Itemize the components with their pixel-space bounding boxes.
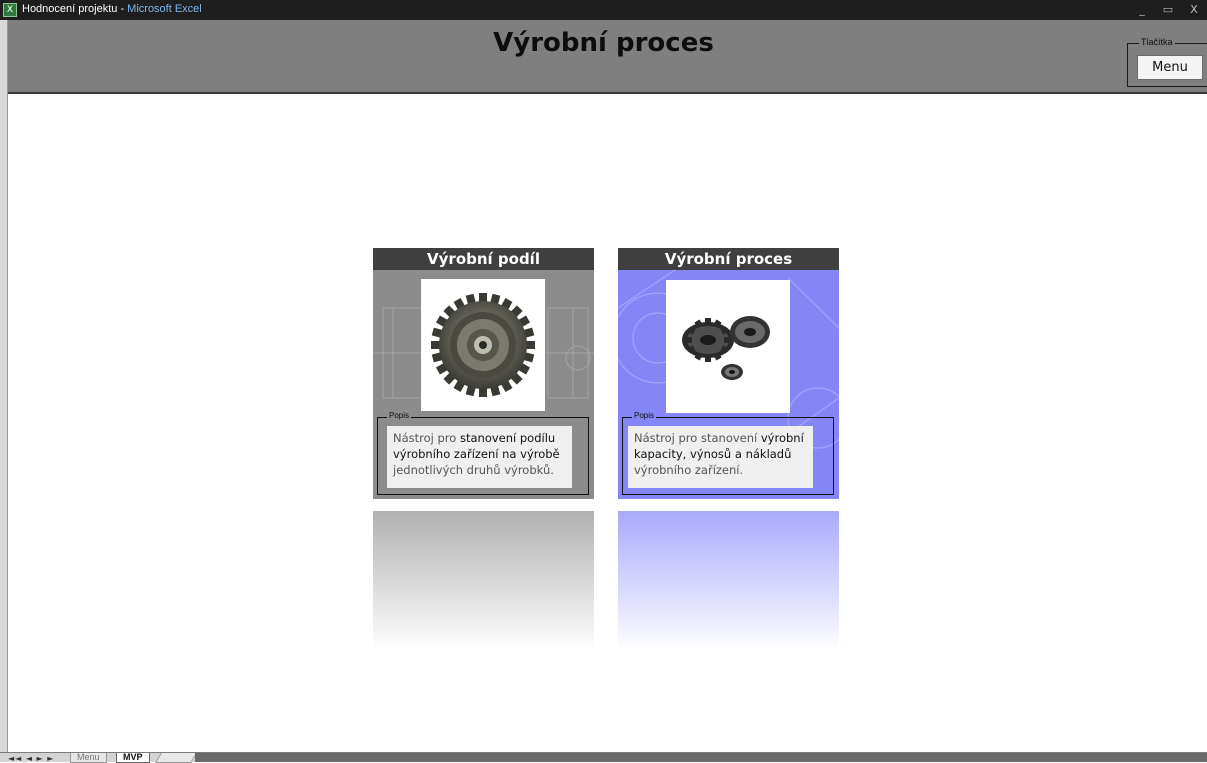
card-reflection	[618, 511, 839, 651]
title-bar: X Hodnocení projektu - Microsoft Excel _…	[0, 0, 1207, 20]
card-vyrobni-proces[interactable]: Výrobní proces Popis Nástroj pro stanove…	[618, 248, 839, 499]
gear-assembly-icon	[431, 293, 535, 397]
close-icon[interactable]: X	[1181, 0, 1207, 20]
row-header-strip	[0, 20, 8, 762]
desc-part: výrobního zařízení.	[634, 463, 744, 477]
menu-button[interactable]: Menu	[1137, 55, 1203, 80]
window-controls: _ ▭ X	[1129, 0, 1207, 20]
card-title: Výrobní podíl	[373, 248, 594, 270]
popis-label: Popis	[632, 411, 657, 420]
excel-icon: X	[3, 3, 17, 17]
window-title: Hodnocení projektu - Microsoft Excel	[22, 3, 202, 15]
page-title: Výrobní proces	[493, 28, 714, 58]
card-description: Nástroj pro stanovení výrobní kapacity, …	[628, 426, 813, 488]
desc-part: Nástroj pro	[393, 431, 460, 445]
popis-label: Popis	[387, 411, 412, 420]
desc-part: Nástroj pro stanovení	[634, 431, 761, 445]
restore-icon[interactable]: ▭	[1155, 0, 1181, 20]
card-reflection	[373, 511, 594, 651]
app-name: Microsoft Excel	[127, 3, 202, 15]
minimize-icon[interactable]: _	[1129, 0, 1155, 20]
gear-assembly-photo	[421, 279, 545, 411]
gears-icon	[682, 316, 770, 380]
document-name: Hodnocení projektu -	[22, 3, 128, 15]
card-title: Výrobní proces	[618, 248, 839, 270]
desc-part: jednotlivých druhů výrobků.	[393, 463, 554, 477]
horizontal-scroll-area	[195, 753, 1207, 762]
card-description: Nástroj pro stanovení podílu výrobního z…	[387, 426, 572, 488]
card-vyrobni-podil[interactable]: Výrobní podíl Popis Nástroj pro stanoven…	[373, 248, 594, 499]
gears-photo	[666, 280, 790, 413]
group-box-top-line	[1176, 43, 1207, 44]
buttons-group-label: Tlačítka	[1139, 37, 1175, 47]
